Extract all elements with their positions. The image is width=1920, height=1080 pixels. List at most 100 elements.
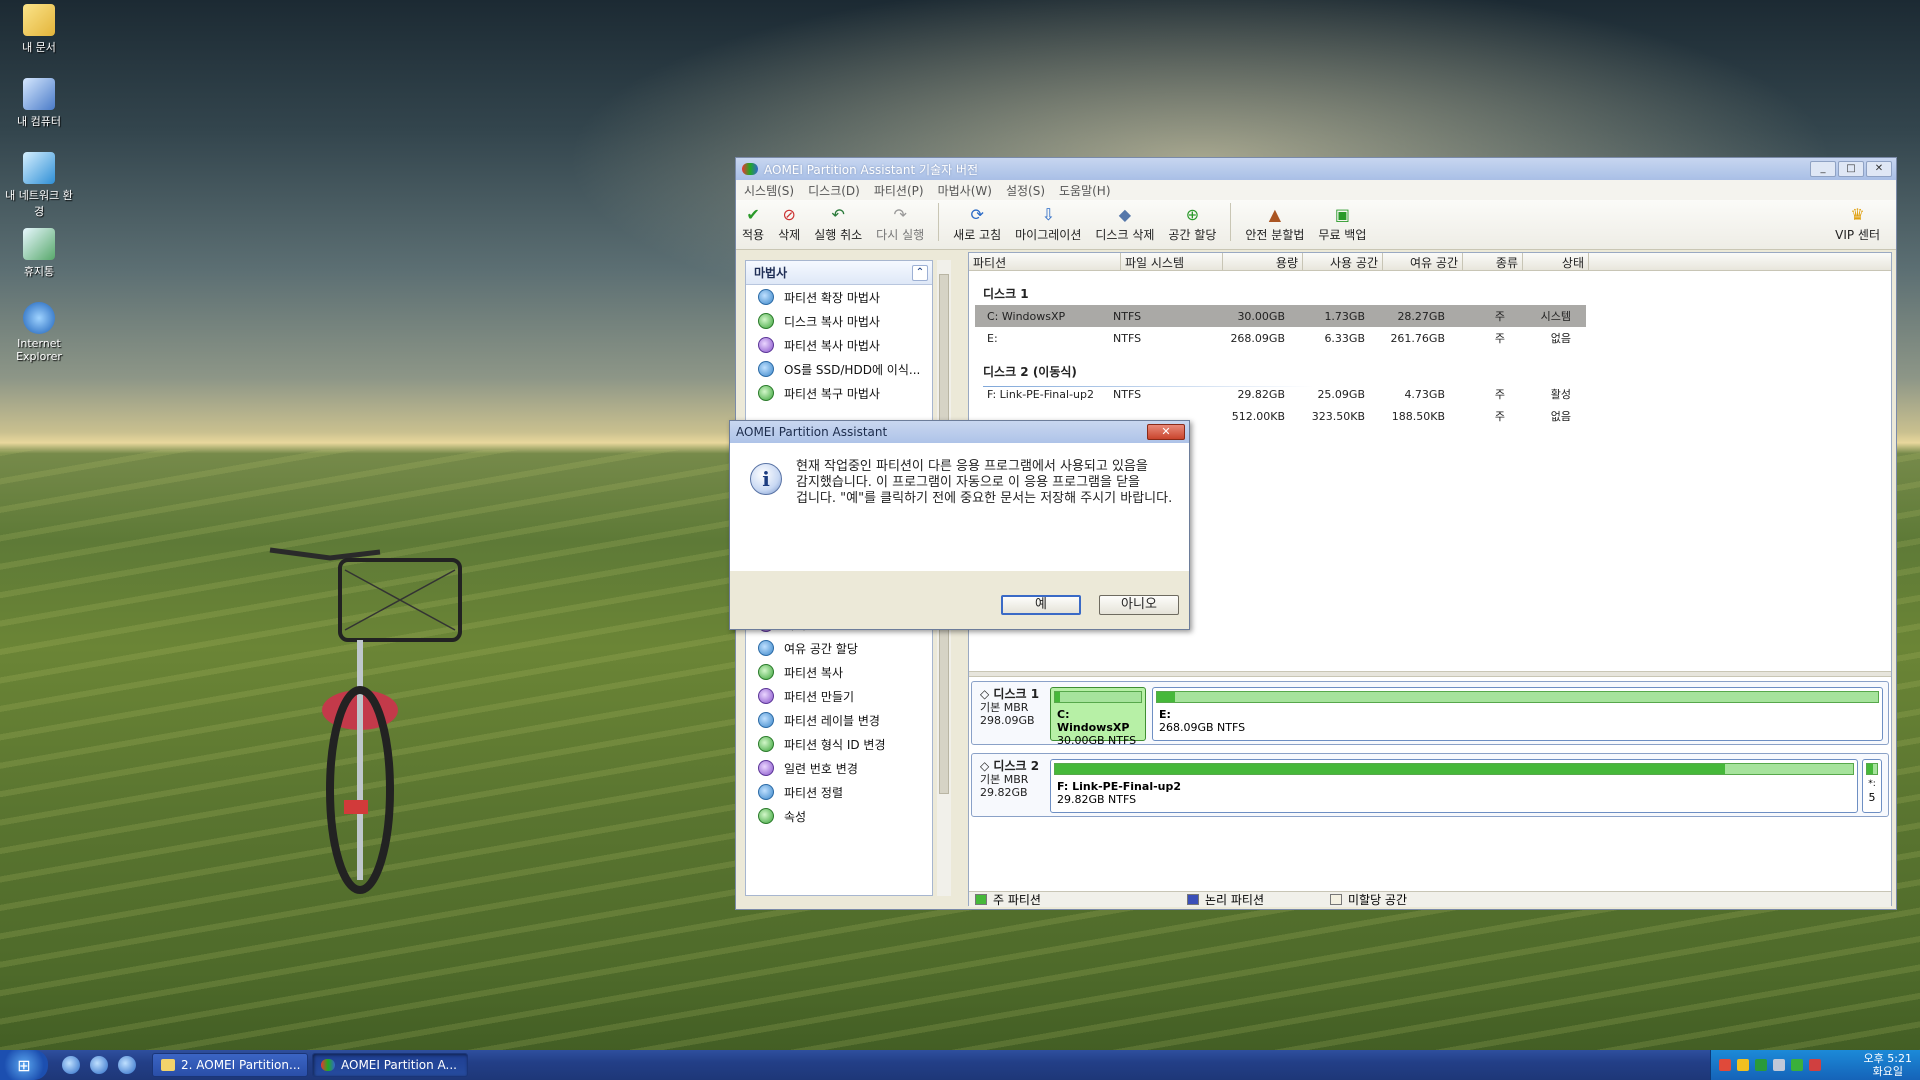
maximize-button[interactable]: □	[1838, 161, 1864, 177]
desktop-icon-label: 내 컴퓨터	[17, 115, 61, 128]
disk-map-partition-c[interactable]: C: WindowsXP 30.00GB NTFS	[1050, 687, 1146, 747]
table-cell-name: F: Link-PE-Final-up2	[987, 387, 1094, 401]
wizard-item[interactable]: 파티션 복구 마법사	[746, 381, 932, 405]
col-capacity[interactable]: 용량	[1223, 253, 1303, 270]
tray-shield-icon[interactable]	[1737, 1059, 1749, 1071]
disk-map-partition-f[interactable]: F: Link-PE-Final-up2 29.82GB NTFS	[1050, 759, 1858, 813]
tray-network-icon[interactable]	[1755, 1059, 1767, 1071]
menu-disk[interactable]: 디스크(D)	[808, 182, 860, 199]
col-status[interactable]: 상태	[1523, 253, 1589, 270]
no-button[interactable]: 아니오	[1099, 595, 1179, 615]
vip-center-button[interactable]: ♛ VIP 센터	[1835, 204, 1880, 243]
start-button[interactable]: ⊞	[0, 1050, 48, 1080]
desktop-icon-network[interactable]: 내 네트워크 환경	[4, 152, 74, 219]
desktop-icon-my-documents[interactable]: 내 문서	[4, 4, 74, 55]
wizard-item[interactable]: OS를 SSD/HDD에 이식...	[746, 357, 932, 381]
dialog-close-button[interactable]: ✕	[1147, 424, 1185, 440]
wizard-item-icon	[758, 760, 774, 776]
disk-map-row-1[interactable]: ◇ 디스크 1 기본 MBR 298.09GB C: WindowsXP 30.…	[971, 681, 1889, 747]
wizard-item[interactable]: 파티션 정렬	[746, 780, 932, 804]
table-cell-type: 주	[1494, 332, 1505, 345]
refresh-icon: ⟳	[970, 204, 984, 224]
table-cell-cap: 268.09GB	[1230, 331, 1285, 345]
quick-launch-desktop-icon[interactable]	[62, 1056, 80, 1074]
col-type[interactable]: 종류	[1463, 253, 1523, 270]
col-free[interactable]: 여유 공간	[1383, 253, 1463, 270]
refresh-button[interactable]: ⟳ 새로 고침	[953, 204, 1001, 243]
wizard-item-label: 일련 번호 변경	[784, 761, 858, 776]
wizard-item[interactable]: 파티션 형식 ID 변경	[746, 732, 932, 756]
undo-button[interactable]: ↶ 실행 취소	[814, 204, 862, 243]
partition-info: 30.00GB NTFS	[1057, 734, 1137, 747]
wizard-item[interactable]: 파티션 복사	[746, 660, 932, 684]
dialog-titlebar[interactable]: AOMEI Partition Assistant ✕	[730, 421, 1189, 443]
menu-settings[interactable]: 설정(S)	[1006, 182, 1045, 199]
tray-app-icon[interactable]	[1719, 1059, 1731, 1071]
quick-launch-media-icon[interactable]	[118, 1056, 136, 1074]
disk-map-row-2[interactable]: ◇ 디스크 2 기본 MBR 29.82GB F: Link-PE-Final-…	[971, 753, 1889, 817]
wizard-item[interactable]: 속성	[746, 804, 932, 828]
close-button[interactable]: ✕	[1866, 161, 1892, 177]
discard-icon: ⊘	[782, 204, 796, 224]
app-icon	[321, 1059, 335, 1071]
wizard-item[interactable]: 파티션 복사 마법사	[746, 333, 932, 357]
migrate-button[interactable]: ⇩ 마이그레이션	[1015, 204, 1081, 243]
redo-icon: ↷	[893, 204, 907, 224]
dialog-message: 현재 작업중인 파티션이 다른 응용 프로그램에서 사용되고 있음을 감지했습니…	[796, 459, 1173, 506]
wizard-item[interactable]: 파티션 만들기	[746, 684, 932, 708]
wizard-item[interactable]: 파티션 레이블 변경	[746, 708, 932, 732]
table-row[interactable]: F: Link-PE-Final-up2 NTFS 29.82GB 25.09GB 4.…	[975, 383, 1586, 405]
tray-security-icon[interactable]	[1809, 1059, 1821, 1071]
desktop-icon-recycle-bin[interactable]: 휴지통	[4, 228, 74, 279]
taskbar-item-aomei[interactable]: AOMEI Partition A...	[312, 1053, 468, 1077]
wizard-item-icon	[758, 361, 774, 377]
menu-system[interactable]: 시스템(S)	[744, 182, 794, 199]
table-cell-status: 활성	[1550, 388, 1571, 401]
legend-swatch-logical	[1186, 894, 1199, 905]
menu-wizard[interactable]: 마법사(W)	[938, 182, 992, 199]
table-cell-cap: 29.82GB	[1237, 387, 1285, 401]
desktop-icon-my-computer[interactable]: 내 컴퓨터	[4, 78, 74, 129]
col-used[interactable]: 사용 공간	[1303, 253, 1383, 270]
menu-help[interactable]: 도움말(H)	[1059, 182, 1111, 199]
disk-map-partition-e[interactable]: E: 268.09GB NTFS	[1152, 687, 1883, 741]
taskbar-item-explorer[interactable]: 2. AOMEI Partition...	[152, 1053, 308, 1077]
migrate-icon: ⇩	[1041, 204, 1055, 224]
usage-bar-fill	[1055, 764, 1726, 774]
table-row[interactable]: E: NTFS 268.09GB 6.33GB 261.76GB 주 없음	[975, 327, 1586, 349]
wipe-disk-button[interactable]: ◆ 디스크 삭제	[1095, 204, 1154, 243]
discard-button[interactable]: ⊘ 삭제	[778, 204, 800, 243]
tray-volume-icon[interactable]	[1773, 1059, 1785, 1071]
window-titlebar[interactable]: AOMEI Partition Assistant 기술자 버전 _ □ ✕	[736, 158, 1896, 180]
desktop-icon-label: Internet Explorer	[16, 337, 62, 363]
col-filesystem[interactable]: 파일 시스템	[1121, 253, 1223, 270]
redo-button[interactable]: ↷ 다시 실행	[876, 204, 924, 243]
minimize-button[interactable]: _	[1810, 161, 1836, 177]
table-cell-name: E:	[987, 331, 998, 345]
safe-partition-button[interactable]: ▲ 안전 분할법	[1245, 204, 1304, 243]
menu-partition[interactable]: 파티션(P)	[874, 182, 924, 199]
apply-button[interactable]: ✔ 적용	[742, 204, 764, 243]
collapse-icon[interactable]: ⌃	[912, 264, 928, 281]
wizard-item[interactable]: 파티션 확장 마법사	[746, 285, 932, 309]
tray-battery-icon[interactable]	[1791, 1059, 1803, 1071]
disk-group-label: 디스크 2 (이동식)	[983, 365, 1077, 379]
wizard-item[interactable]: 디스크 복사 마법사	[746, 309, 932, 333]
wizard-item[interactable]: 여유 공간 할당	[746, 636, 932, 660]
desktop-icon-internet-explorer[interactable]: Internet Explorer	[4, 302, 74, 363]
pane-splitter[interactable]	[969, 671, 1891, 677]
wizard-item-label: 속성	[784, 809, 807, 824]
yes-button[interactable]: 예	[1001, 595, 1081, 615]
clock[interactable]: 오후 5:21 화요일	[1864, 1052, 1912, 1078]
free-backup-button[interactable]: ▣ 무료 백업	[1318, 204, 1366, 243]
wizard-item[interactable]: 일련 번호 변경	[746, 756, 932, 780]
dialog-title: AOMEI Partition Assistant	[736, 425, 888, 439]
table-row[interactable]: C: WindowsXP NTFS 30.00GB 1.73GB 28.27GB 주 시스템	[975, 305, 1586, 327]
legend-logical: 논리 파티션	[1181, 891, 1264, 908]
disk-map-partition-small[interactable]: *: 5	[1862, 759, 1882, 813]
quick-launch-ie-icon[interactable]	[90, 1056, 108, 1074]
crown-icon: ♛	[1850, 204, 1865, 224]
allocate-space-button[interactable]: ⊕ 공간 할당	[1168, 204, 1216, 243]
disk-name: 디스크 1	[993, 687, 1040, 701]
col-partition[interactable]: 파티션	[969, 253, 1121, 270]
